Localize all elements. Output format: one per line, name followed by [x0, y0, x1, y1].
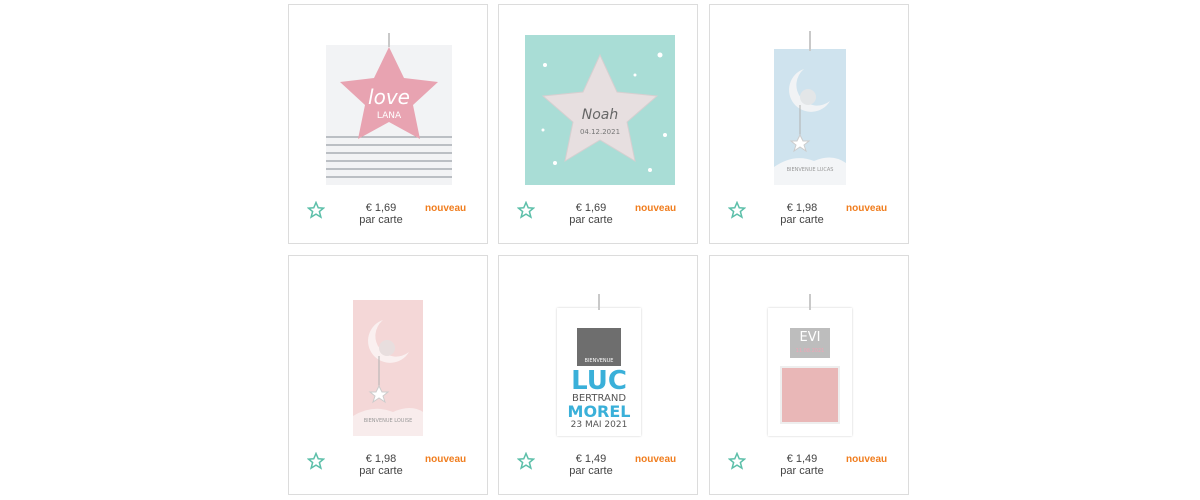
product-footer: € 1,98 par carte nouveau — [710, 201, 908, 231]
ribbon — [388, 33, 390, 47]
price-unit: par carte — [569, 465, 613, 477]
product-image[interactable]: love LANA — [326, 45, 452, 185]
card-text-first-name: LUC — [571, 366, 627, 396]
product-footer: € 1,69 par carte nouveau — [499, 201, 697, 231]
card-text-name: LANA — [376, 111, 402, 121]
card-text-love: love — [368, 85, 410, 109]
price-block: € 1,49 par carte — [559, 453, 623, 477]
product-card[interactable]: Noah 04.12.2021 € 1,69 par carte nouveau — [498, 4, 698, 244]
product-footer: € 1,98 par carte nouveau — [289, 452, 487, 482]
star-outline-icon[interactable] — [307, 201, 325, 219]
product-card[interactable]: love LANA € 1,69 par carte nouveau — [288, 4, 488, 244]
price-value: € 1,98 — [365, 453, 397, 465]
card-text-last-name: MOREL — [567, 402, 631, 421]
star-outline-icon[interactable] — [517, 201, 535, 219]
price-unit: par carte — [359, 465, 403, 477]
ribbon — [809, 31, 811, 51]
price-unit: par carte — [569, 214, 613, 226]
card-text-welcome: BIENVENUE LUCAS — [786, 167, 834, 173]
product-card[interactable]: EVI 11.08.2021 € 1,49 par carte nouveau — [709, 255, 909, 495]
price-value: € 1,98 — [786, 202, 818, 214]
card-text-welcome: BIENVENUE LOUISE — [363, 418, 413, 424]
card-text-date: 23 MAI 2021 — [570, 420, 628, 430]
price-value: € 1,49 — [575, 453, 607, 465]
product-card[interactable]: BIENVENUE LUC BERTRAND MOREL 23 MAI 2021… — [498, 255, 698, 495]
star-outline-icon[interactable] — [728, 452, 746, 470]
price-value: € 1,69 — [365, 202, 397, 214]
card-text-date: 04.12.2021 — [579, 128, 621, 136]
product-image[interactable]: Noah 04.12.2021 — [525, 35, 675, 185]
price-block: € 1,98 par carte — [770, 202, 834, 226]
price-block: € 1,69 par carte — [559, 202, 623, 226]
new-badge: nouveau — [635, 454, 677, 465]
product-footer: € 1,49 par carte nouveau — [499, 452, 697, 482]
product-image[interactable]: BIENVENUE LOUISE — [353, 300, 423, 436]
new-badge: nouveau — [425, 203, 467, 214]
star-outline-icon[interactable] — [307, 452, 325, 470]
product-image[interactable]: BIENVENUE LUCAS — [774, 49, 846, 185]
star-outline-icon[interactable] — [728, 201, 746, 219]
star-outline-icon[interactable] — [517, 452, 535, 470]
new-badge: nouveau — [846, 454, 888, 465]
new-badge: nouveau — [846, 203, 888, 214]
card-text-name: EVI — [799, 330, 821, 345]
new-badge: nouveau — [635, 203, 677, 214]
price-unit: par carte — [780, 214, 824, 226]
product-footer: € 1,69 par carte nouveau — [289, 201, 487, 231]
price-block: € 1,69 par carte — [349, 202, 413, 226]
price-unit: par carte — [359, 214, 403, 226]
product-image[interactable]: EVI 11.08.2021 — [768, 308, 852, 436]
price-value: € 1,49 — [786, 453, 818, 465]
price-value: € 1,69 — [575, 202, 607, 214]
new-badge: nouveau — [425, 454, 467, 465]
price-unit: par carte — [780, 465, 824, 477]
product-card[interactable]: BIENVENUE LUCAS € 1,98 par carte nouveau — [709, 4, 909, 244]
card-text-welcome: BIENVENUE — [584, 358, 614, 364]
card-text-name: Noah — [581, 107, 619, 123]
ribbon — [809, 294, 811, 310]
product-image[interactable]: BIENVENUE LUC BERTRAND MOREL 23 MAI 2021 — [557, 308, 641, 436]
product-card[interactable]: BIENVENUE LOUISE € 1,98 par carte nouvea… — [288, 255, 488, 495]
card-photo — [780, 366, 840, 424]
ribbon — [598, 294, 600, 310]
product-footer: € 1,49 par carte nouveau — [710, 452, 908, 482]
price-block: € 1,49 par carte — [770, 453, 834, 477]
card-text-date: 11.08.2021 — [795, 348, 825, 354]
price-block: € 1,98 par carte — [349, 453, 413, 477]
